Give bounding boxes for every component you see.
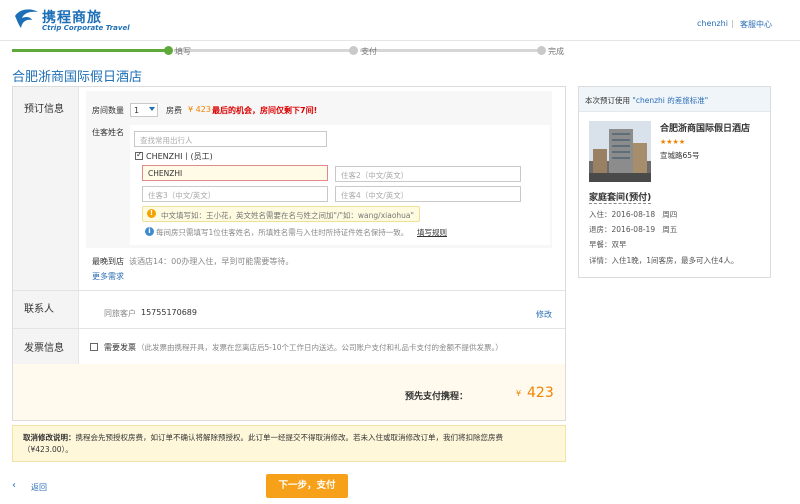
breakfast-label: 早餐： <box>589 240 612 249</box>
user-link[interactable]: chenzhi <box>697 19 728 28</box>
progress-completed <box>12 49 168 52</box>
invoice-section-title: 发票信息 <box>24 343 64 354</box>
edit-contact-link[interactable]: 修改 <box>536 309 552 320</box>
warning-icon: ! <box>147 209 156 218</box>
name-format-tip: 中文填写如：王小花，英文姓名需要在名与姓之间加"/"如：wang/xiaohua… <box>142 206 420 222</box>
prepay-amount: 423 <box>527 385 554 401</box>
guest-1-input[interactable]: CHENZHI <box>142 165 328 181</box>
checkout-row: 退房：2016-08-19 周五 <box>589 224 677 235</box>
checkout-day: 周五 <box>662 225 678 234</box>
step-done-dot <box>537 46 546 55</box>
back-link[interactable]: 返回 <box>31 482 47 493</box>
customer-service-link[interactable]: 客服中心 <box>740 19 772 30</box>
progress-pending-1 <box>174 49 350 52</box>
header-divider <box>0 40 800 41</box>
cancel-policy: 取消修改说明：携程会先预授权房费，如订单不确认将解除预授权。此订单一经提交不得取… <box>12 425 566 462</box>
policy-prefix: 本次预订使用 <box>585 96 630 105</box>
next-pay-button[interactable]: 下一步，支付 <box>266 474 348 498</box>
arrival-label: 最晚到店 <box>92 257 124 266</box>
arrival-note: 该酒店14：00办理入住，早到可能需要等待。 <box>129 257 294 266</box>
step-complete-label: 完成 <box>548 47 564 56</box>
step-fill-label: 填写 <box>175 47 191 56</box>
card-hotel-address: 宣城路65号 <box>660 151 700 160</box>
guest-name-label: 住客姓名 <box>92 128 124 137</box>
room-price-value: ¥ 423 <box>188 105 211 114</box>
breakfast-value: 双早 <box>611 240 627 249</box>
travel-policy-banner: 本次预订使用 "chenzhi 的差旅标准" <box>579 87 770 112</box>
checkin-date: 2016-08-18 <box>611 210 656 219</box>
details-row: 详情：入住1晚，1间客房，最多可入住4人。 <box>589 255 738 266</box>
card-room-type[interactable]: 家庭套间(预付) <box>589 190 652 204</box>
prepay-label: 预先支付携程： <box>405 392 469 402</box>
contact-phone: 15755170689 <box>141 308 197 317</box>
card-hotel-name: 合肥浙商国际假日酒店 <box>660 124 751 134</box>
cancel-policy-title: 取消修改说明： <box>23 433 76 442</box>
hotel-photo <box>589 121 651 182</box>
checkout-date: 2016-08-19 <box>611 225 656 234</box>
chevron-down-icon <box>149 107 155 111</box>
header-separator: | <box>731 19 734 28</box>
guest-2-input[interactable]: 住客2（中文/英文） <box>335 166 521 182</box>
checkin-day: 周四 <box>662 210 678 219</box>
guest-3-input[interactable]: 住客3（中文/英文） <box>142 186 328 202</box>
selected-guest-label: CHENZHI丨(员工) <box>146 152 213 161</box>
checkin-label: 入住： <box>589 210 612 219</box>
booking-section-title: 预订信息 <box>24 104 64 115</box>
ctrip-logo-icon <box>15 9 38 28</box>
progress-pending-2 <box>360 49 540 52</box>
step-fill-dot <box>164 46 173 55</box>
checkin-row: 入住：2016-08-18 周四 <box>589 209 677 220</box>
payment-summary <box>13 364 565 420</box>
star-rating-icon: ★★★★ <box>660 138 686 146</box>
section-divider <box>13 290 565 291</box>
invoice-checkbox[interactable] <box>90 343 98 351</box>
invoice-note: （此发票由携程开具，发票在您离店后5-10个工作日内送达。公司账户支付和礼品卡支… <box>137 343 503 352</box>
cancel-policy-amount: （¥423.00）。 <box>23 445 73 454</box>
guest-search-input[interactable]: 查找常用出行人 <box>134 131 327 147</box>
guest-checkbox-chenzhi[interactable] <box>135 150 143 160</box>
breakfast-row: 早餐：双早 <box>589 239 627 250</box>
room-price-label: 房费 <box>166 106 182 115</box>
contact-name: 同旅客户 <box>104 309 136 318</box>
guest-name-note: 每间房只需填写1位住客姓名，所填姓名需与入住时所持证件姓名保持一致。 <box>156 228 409 237</box>
back-arrow-icon[interactable]: ‹ <box>12 480 16 491</box>
urgency-notice: 最后的机会，房间仅剩下7间! <box>212 106 318 115</box>
prepay-currency: ¥ <box>516 389 522 398</box>
section-divider <box>13 328 565 329</box>
details-label: 详情： <box>589 256 612 265</box>
contact-section-title: 联系人 <box>24 304 54 315</box>
room-count-label: 房间数量 <box>92 106 124 115</box>
checkout-label: 退房： <box>589 225 612 234</box>
guest-4-input[interactable]: 住客4（中文/英文） <box>335 186 521 202</box>
fill-rules-link[interactable]: 填写规则 <box>417 227 447 238</box>
invoice-label: 需要发票 <box>104 343 136 352</box>
page-title: 合肥浙商国际假日酒店 <box>12 70 143 85</box>
info-icon: i <box>145 227 154 236</box>
travel-policy-link[interactable]: "chenzhi 的差旅标准" <box>632 96 708 105</box>
cancel-policy-text: 携程会先预授权房费，如订单不确认将解除预授权。此订单一经提交不得取消修改。若未入… <box>75 433 504 442</box>
more-requests-link[interactable]: 更多需求 <box>92 271 124 282</box>
logo-subtitle: Ctrip Corporate Travel <box>42 24 130 32</box>
details-value: 入住1晚，1间客房，最多可入住4人。 <box>611 256 739 265</box>
step-pay-label: 支付 <box>361 47 377 56</box>
step-pay-dot <box>349 46 358 55</box>
